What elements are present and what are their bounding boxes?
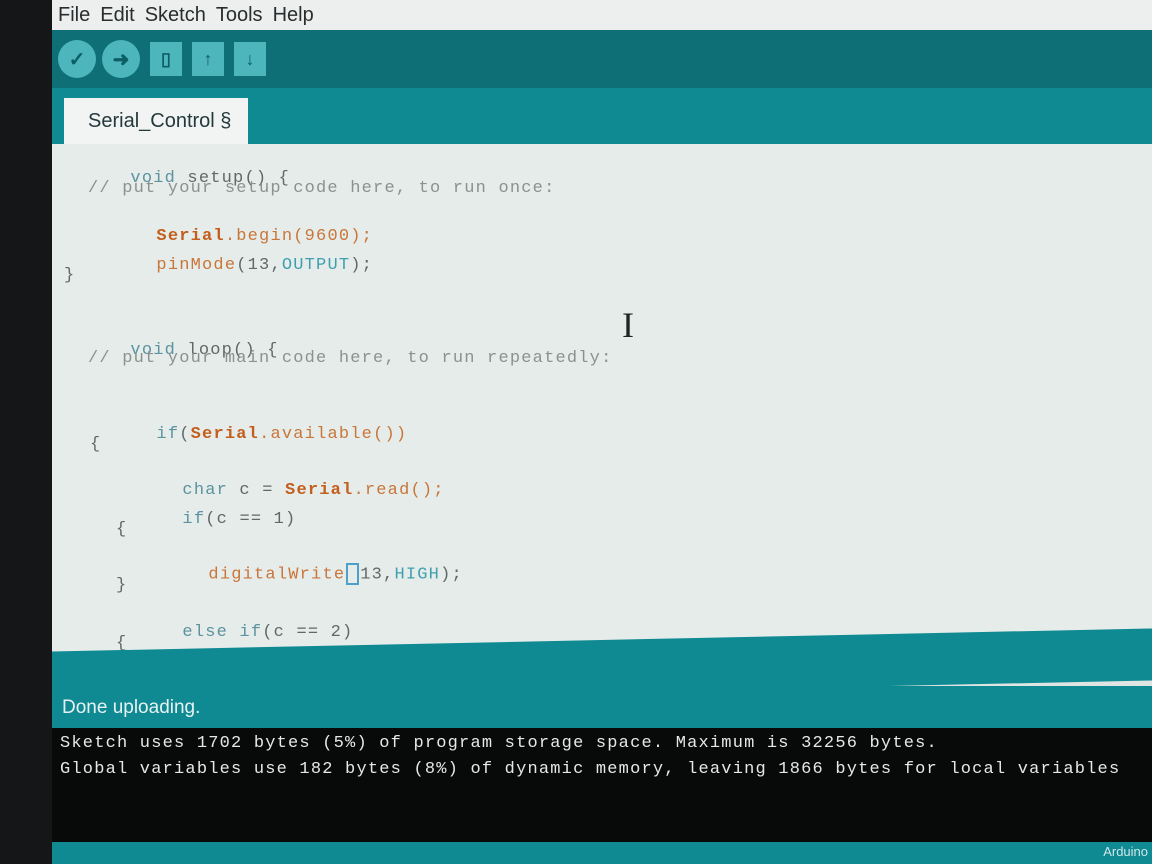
status-bar: Done uploading. — [52, 686, 1152, 730]
menu-edit[interactable]: Edit — [100, 4, 134, 27]
verify-button[interactable]: ✓ — [58, 40, 96, 78]
object-token: Serial — [190, 425, 260, 444]
code-editor[interactable]: void setup() { // put your setup code he… — [52, 144, 1152, 666]
code-line-12: { — [116, 520, 128, 539]
open-button[interactable]: ↑ — [192, 42, 224, 76]
function-token: pinMode — [156, 256, 237, 275]
menu-help[interactable]: Help — [273, 4, 314, 27]
arduino-ide-window: File Edit Sketch Tools Help ✓ ➜ ▯ ↑ ↓ Se… — [52, 0, 1152, 864]
save-button[interactable]: ↓ — [234, 42, 266, 76]
board-label: Arduino — [1103, 844, 1148, 859]
tab-bar: Serial_Control § — [52, 88, 1152, 144]
code-text: .available()) — [259, 425, 408, 444]
code-text: ); — [440, 565, 463, 585]
monitor-bezel — [0, 0, 52, 864]
menu-tools[interactable]: Tools — [216, 4, 263, 27]
code-line-14: } — [116, 576, 128, 595]
code-line-13: digitalWrite 13,HIGH); — [140, 544, 463, 604]
code-line-7: // put your main code here, to run repea… — [88, 349, 613, 368]
toolbar: ✓ ➜ ▯ ↑ ↓ — [52, 30, 1152, 88]
arrow-right-icon: ➜ — [112, 48, 130, 71]
file-icon: ▯ — [161, 48, 171, 69]
code-text: .read(); — [353, 481, 445, 500]
tab-serial-control[interactable]: Serial_Control § — [64, 98, 248, 144]
arrow-up-icon: ↑ — [203, 48, 213, 69]
function-token: digitalWrite — [208, 565, 346, 585]
code-text: (c == 1) — [205, 510, 297, 529]
code-text: (13, — [236, 256, 282, 275]
console-line-2: Global variables use 182 bytes (8%) of d… — [60, 760, 1121, 779]
check-icon: ✓ — [68, 48, 86, 71]
code-text: 13, — [360, 565, 395, 585]
code-text: ( — [179, 425, 191, 444]
code-line-4: pinMode(13,OUTPUT); — [88, 237, 373, 294]
menu-sketch[interactable]: Sketch — [145, 4, 206, 27]
keyword: if — [182, 510, 206, 529]
menu-file[interactable]: File — [58, 4, 90, 27]
constant-token: HIGH — [394, 565, 441, 585]
arrow-down-icon: ↓ — [245, 48, 255, 69]
bracket-match-highlight — [346, 563, 360, 585]
code-text: ); — [350, 256, 374, 275]
new-button[interactable]: ▯ — [150, 42, 182, 76]
console-line-1: Sketch uses 1702 bytes (5%) of program s… — [60, 734, 938, 753]
code-line-2: // put your setup code here, to run once… — [88, 179, 556, 198]
code-line-8: if(Serial.available()) — [88, 406, 407, 463]
code-line-9: { — [90, 435, 102, 454]
code-line-11: if(c == 1) — [114, 491, 296, 548]
keyword: if — [156, 425, 180, 444]
code-line-5: } — [64, 266, 76, 285]
text-cursor-icon: I — [622, 305, 634, 345]
constant-token: OUTPUT — [281, 256, 351, 275]
keyword: else if — [182, 623, 263, 642]
code-text: (c == 2) — [262, 623, 354, 642]
footer-bar: Arduino — [52, 842, 1152, 864]
upload-button[interactable]: ➜ — [102, 40, 140, 78]
menu-bar: File Edit Sketch Tools Help — [52, 0, 1152, 30]
